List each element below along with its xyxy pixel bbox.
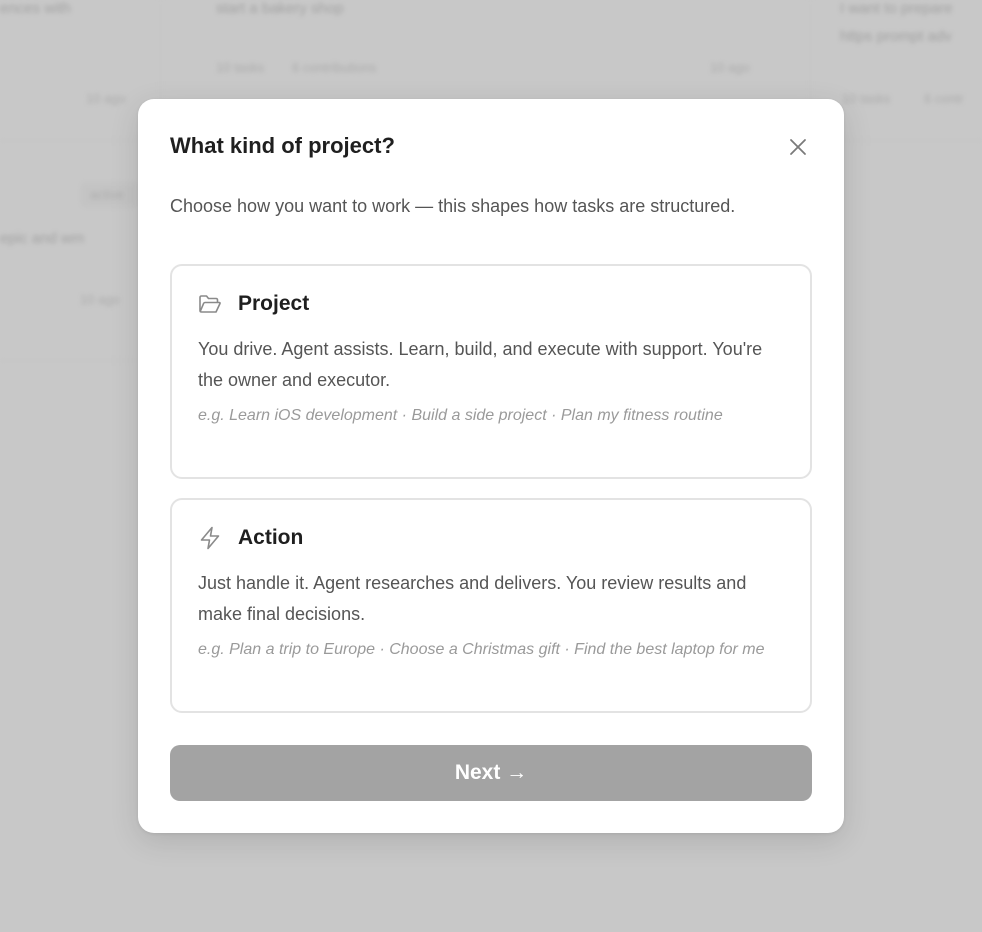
option-example: e.g. Learn iOS development · Build a sid… [198, 407, 723, 424]
lightning-icon [198, 526, 222, 550]
option-description: You drive. Agent assists. Learn, build, … [198, 339, 763, 390]
option-title: Project [238, 292, 310, 315]
next-button[interactable]: Next → [170, 745, 812, 801]
dialog-subtitle: Choose how you want to work — this shape… [170, 196, 736, 216]
option-title: Action [238, 526, 304, 549]
close-button[interactable] [786, 135, 810, 159]
project-type-dialog: What kind of project? Choose how you wan… [138, 99, 844, 833]
option-header: Project [198, 292, 309, 316]
dialog-title: What kind of project? [170, 133, 395, 158]
close-icon [790, 139, 806, 155]
option-card-project[interactable]: Project You drive. Agent assists. Learn,… [170, 264, 812, 479]
option-card-action[interactable]: Action Just handle it. Agent researches … [170, 498, 812, 713]
folder-icon [198, 292, 222, 316]
option-description: Just handle it. Agent researches and del… [198, 573, 747, 624]
option-header: Action [198, 526, 303, 550]
option-example: e.g. Plan a trip to Europe · Choose a Ch… [198, 641, 765, 658]
